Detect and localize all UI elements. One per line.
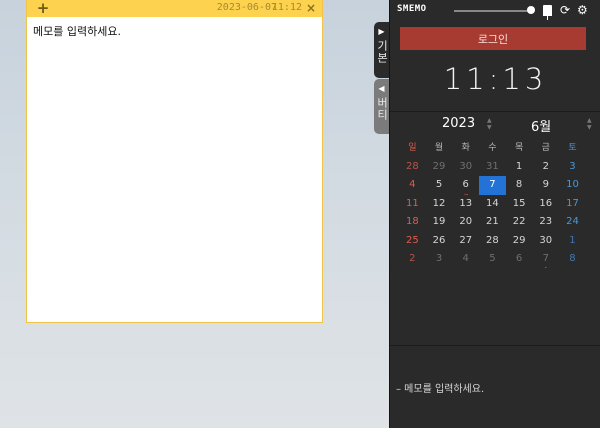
calendar-day[interactable]: 6	[506, 250, 533, 269]
calendar-day[interactable]: 5	[426, 176, 453, 195]
expand-arrow-icon: ▶	[378, 27, 385, 36]
tab-vertical[interactable]: ◀ 버티	[374, 79, 389, 134]
calendar-day[interactable]: 28	[479, 232, 506, 251]
pin-icon[interactable]	[543, 3, 552, 20]
divider	[390, 345, 600, 346]
calendar-day[interactable]: 2	[532, 158, 559, 177]
calendar-day[interactable]: 25	[399, 232, 426, 251]
weekday-label: 화	[461, 143, 470, 153]
calendar-day[interactable]: 7	[479, 176, 506, 195]
calendar-day[interactable]: 8	[559, 250, 586, 269]
weekday-label: 일	[408, 143, 417, 153]
calendar-day[interactable]: 1	[506, 158, 533, 177]
calendar-day[interactable]: 7	[532, 250, 559, 269]
calendar-week-row: 18 19 20 21 22 23 24	[399, 213, 593, 232]
calendar-day[interactable]: 5	[479, 250, 506, 269]
calendar-week-row: 25 26 27 28 29 30 1	[399, 232, 593, 251]
tab-vertical-label: 버티	[375, 97, 389, 121]
calendar-day[interactable]: 8	[506, 176, 533, 195]
weekday-label: 금	[541, 143, 550, 153]
weekday-label: 목	[514, 143, 524, 153]
divider	[390, 111, 600, 112]
panel-toolbar: SMEMO ⟳ ⚙	[390, 0, 600, 22]
calendar-day[interactable]: 29	[426, 158, 453, 177]
calendar-day[interactable]: 31	[479, 158, 506, 177]
calendar-day[interactable]: 1	[559, 232, 586, 251]
calendar-day[interactable]: 11	[399, 195, 426, 214]
calendar-header: 2023 ▲ ▼ 6월 ▲ ▼	[390, 116, 600, 135]
note-time: 11:12	[271, 2, 302, 13]
year-spinner-icon[interactable]: ▲ ▼	[487, 117, 492, 131]
smemo-panel: SMEMO ⟳ ⚙ 로그인 11:13 2023 ▲ ▼ 6월 ▲ ▼ 일월화수목금…	[389, 0, 600, 428]
calendar-day[interactable]: 28	[399, 158, 426, 177]
sticky-note: + 2023-06-07 11:12 × 메모를 입력하세요.	[26, 0, 323, 323]
calendar-day[interactable]: 23	[532, 213, 559, 232]
calendar-day[interactable]: 24	[559, 213, 586, 232]
weekday-label: 수	[488, 143, 497, 153]
calendar-day[interactable]: 26	[426, 232, 453, 251]
calendar-day[interactable]: 21	[479, 213, 506, 232]
calendar-day[interactable]: 30	[452, 158, 479, 177]
calendar-week-row: 45678910	[399, 176, 593, 195]
calendar-day[interactable]: 6	[452, 176, 479, 195]
calendar-year[interactable]: 2023	[442, 116, 475, 131]
sync-icon[interactable]: ⟳	[560, 3, 570, 17]
tab-basic[interactable]: ▶ 기본	[374, 22, 389, 78]
calendar-day[interactable]: 15	[506, 195, 533, 214]
calendar-day[interactable]: 19	[426, 213, 453, 232]
calendar-day[interactable]: 29	[506, 232, 533, 251]
calendar-week-row: 28 29 30 31 1 2 3	[399, 158, 593, 177]
calendar-day[interactable]: 3	[426, 250, 453, 269]
calendar-day[interactable]: 27	[452, 232, 479, 251]
digital-clock: 11:13	[443, 62, 548, 96]
calendar-day[interactable]: 10	[559, 176, 586, 195]
close-note-button[interactable]: ×	[306, 0, 316, 17]
calendar-day[interactable]: 3	[559, 158, 586, 177]
calendar-month[interactable]: 6월	[531, 116, 551, 135]
tab-basic-label: 기본	[375, 40, 389, 64]
calendar-day[interactable]: 4	[452, 250, 479, 269]
memo-placeholder[interactable]: – 메모를 입력하세요.	[396, 380, 484, 395]
calendar-day[interactable]: 9	[532, 176, 559, 195]
calendar-day[interactable]: 18	[399, 213, 426, 232]
gear-icon[interactable]: ⚙	[577, 3, 588, 17]
weekday-label: 토	[568, 143, 577, 153]
collapse-arrow-icon: ◀	[378, 84, 385, 93]
opacity-slider-handle[interactable]	[527, 6, 535, 14]
calendar-day[interactable]: 12	[426, 195, 453, 214]
note-date: 2023-06-07	[216, 2, 277, 13]
calendar-day[interactable]: 17	[559, 195, 586, 214]
calendar-day[interactable]: 13	[452, 195, 479, 214]
calendar-day[interactable]: 30	[532, 232, 559, 251]
calendar-day[interactable]: 16	[532, 195, 559, 214]
weekday-row: 일월화수목금토	[399, 139, 593, 158]
calendar-grid: 일월화수목금토282930311234567891011121314151617…	[399, 139, 593, 269]
calendar-week-row: 2345678	[399, 250, 593, 269]
calendar-day[interactable]: 20	[452, 213, 479, 232]
app-logo: SMEMO	[397, 4, 427, 14]
calendar-day[interactable]: 14	[479, 195, 506, 214]
calendar-day[interactable]: 2	[399, 250, 426, 269]
add-note-button[interactable]: +	[36, 0, 50, 18]
opacity-slider[interactable]	[454, 10, 530, 12]
note-text[interactable]: 메모를 입력하세요.	[33, 23, 121, 39]
calendar-week-row: 11 12 13 14 15 16 17	[399, 195, 593, 214]
login-button[interactable]: 로그인	[400, 27, 586, 50]
calendar-day[interactable]: 22	[506, 213, 533, 232]
calendar-day[interactable]: 4	[399, 176, 426, 195]
note-title-bar[interactable]: + 2023-06-07 11:12 ×	[27, 0, 322, 17]
month-spinner-icon[interactable]: ▲ ▼	[587, 117, 592, 131]
weekday-label: 월	[434, 143, 444, 153]
